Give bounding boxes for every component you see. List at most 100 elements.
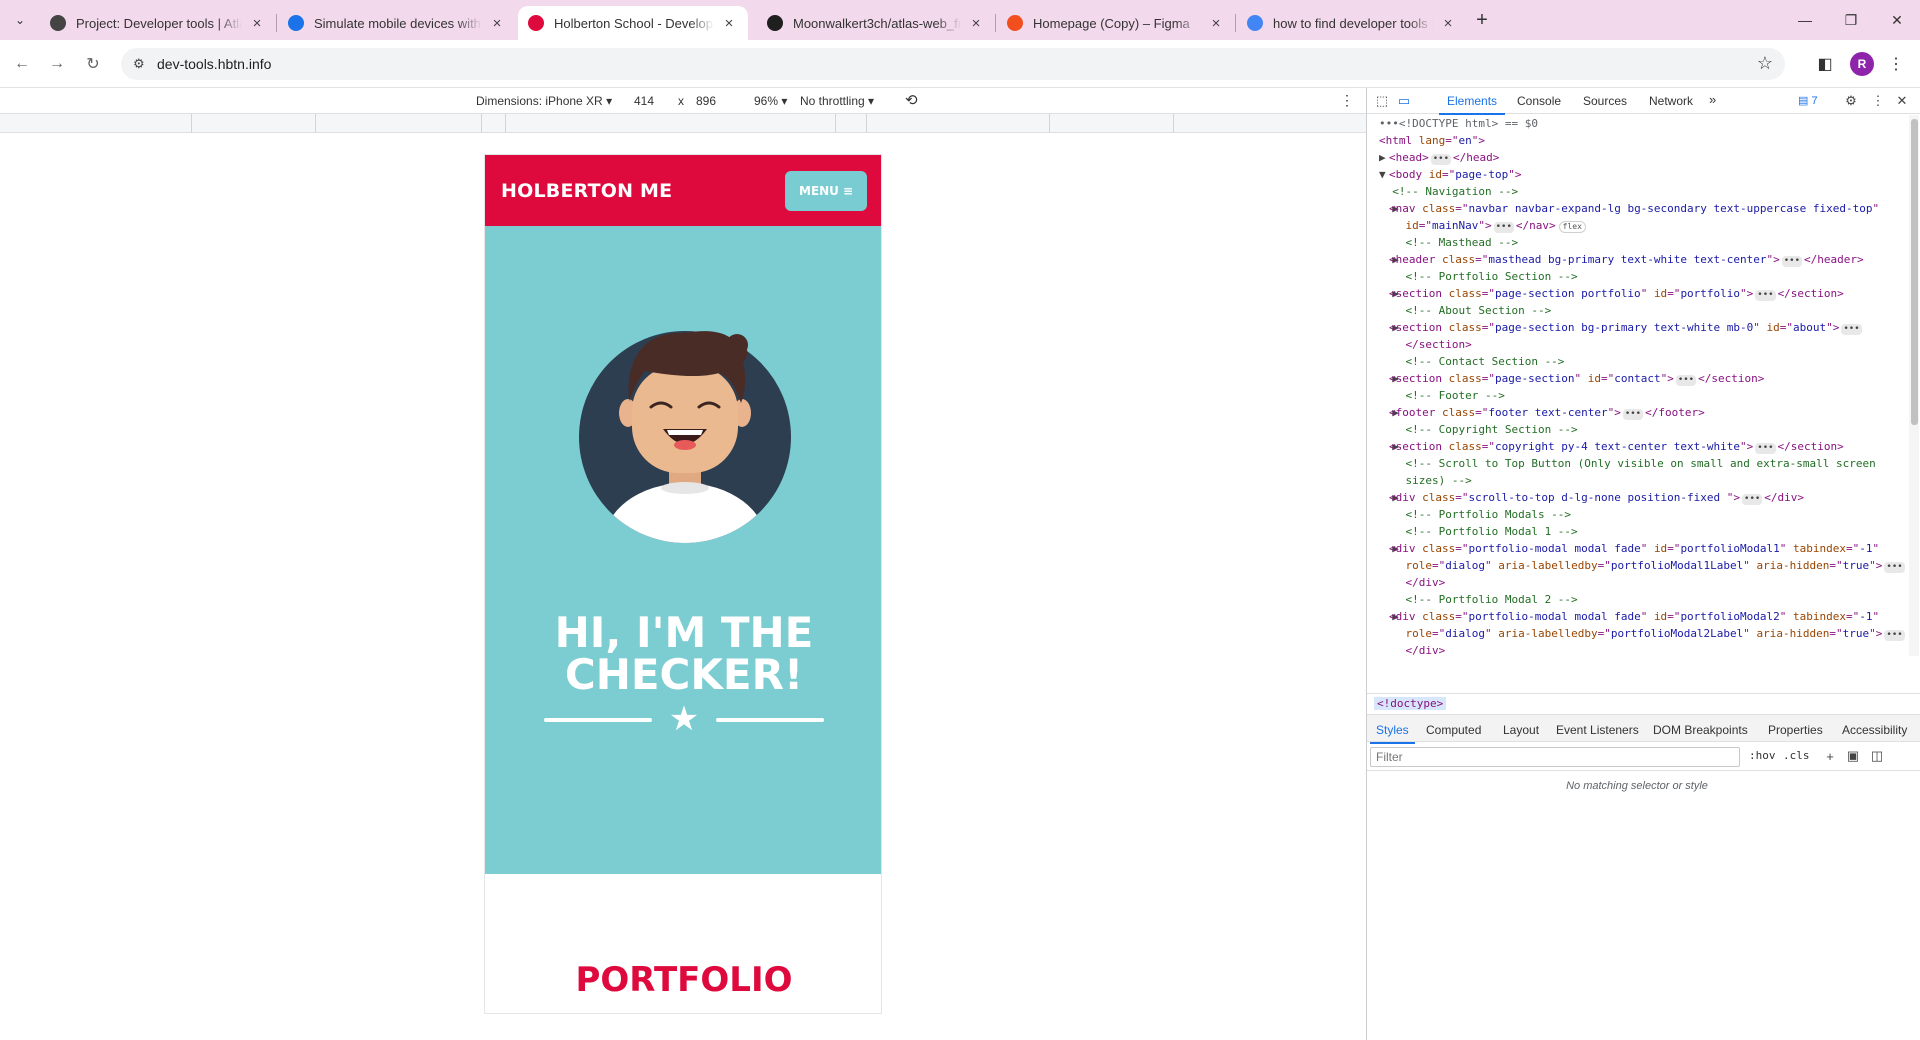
collapsed-ellipsis-button[interactable]: ••• xyxy=(1884,630,1905,641)
dom-node-line[interactable]: id="mainNav"> ••• </nav> flex xyxy=(1367,217,1907,234)
devtools-more-icon[interactable]: ⋮ xyxy=(1870,93,1886,109)
close-window-icon[interactable]: ✕ xyxy=(1882,8,1912,32)
site-brand[interactable]: HOLBERTON ME xyxy=(501,180,672,202)
reload-icon[interactable]: ↻ xyxy=(81,52,105,76)
dom-node-line[interactable]: ▶<div class="portfolio-modal modal fade"… xyxy=(1367,608,1907,625)
expand-triangle-icon[interactable]: ▶ xyxy=(1379,404,1399,421)
devtools-tab-elements[interactable]: Elements xyxy=(1438,94,1506,115)
restore-icon[interactable]: ❐ xyxy=(1836,8,1866,32)
dom-node-line[interactable]: ▶<section class="page-section bg-primary… xyxy=(1367,319,1907,336)
tab-properties[interactable]: Properties xyxy=(1768,723,1823,737)
menu-button[interactable]: MENU ≡ xyxy=(785,171,867,211)
expand-triangle-icon[interactable]: ▶ xyxy=(1379,251,1399,268)
devtools-tab-sources[interactable]: Sources xyxy=(1583,94,1627,108)
more-tabs-chevron-icon[interactable]: » xyxy=(1709,92,1716,107)
breadcrumb[interactable]: <!doctype> xyxy=(1374,697,1447,710)
tab-dom-breakpoints[interactable]: DOM Breakpoints xyxy=(1653,723,1748,737)
dom-node-line[interactable]: <!-- Portfolio Section --> xyxy=(1367,268,1907,285)
dom-node-line[interactable]: <!-- Footer --> xyxy=(1367,387,1907,404)
throttling-dropdown[interactable]: No throttling ▾ xyxy=(800,94,874,108)
collapsed-ellipsis-button[interactable]: ••• xyxy=(1622,409,1644,420)
expand-triangle-icon[interactable]: ▶ xyxy=(1379,438,1399,455)
dom-node-line[interactable]: <!-- Copyright Section --> xyxy=(1367,421,1907,438)
expand-triangle-icon[interactable]: ▶ xyxy=(1379,285,1399,302)
rendering-emulation-icon[interactable]: ▣ xyxy=(1845,748,1861,764)
dom-node-line[interactable]: sizes) --> xyxy=(1367,472,1907,489)
dom-node-line[interactable]: •••<!DOCTYPE html> == $0 xyxy=(1367,115,1907,132)
minimize-icon[interactable]: — xyxy=(1790,8,1820,32)
tab-computed[interactable]: Computed xyxy=(1426,723,1481,737)
bookmark-star-icon[interactable]: ☆ xyxy=(1757,53,1773,74)
dom-node-line[interactable]: </section> xyxy=(1367,336,1907,353)
scrollbar-thumb[interactable] xyxy=(1911,119,1918,425)
tab-close-icon[interactable]: × xyxy=(1439,14,1457,32)
collapsed-ellipsis-button[interactable]: ••• xyxy=(1884,562,1905,573)
device-toggle-icon[interactable]: ▭ xyxy=(1396,93,1412,109)
devtools-close-icon[interactable]: ✕ xyxy=(1894,93,1910,109)
collapsed-ellipsis-button[interactable]: ••• xyxy=(1841,324,1862,335)
dom-node-line[interactable]: ▶<section class="page-section" id="conta… xyxy=(1367,370,1907,387)
browser-tab[interactable]: Moonwalkert3ch/atlas-web_fro × xyxy=(757,6,995,40)
dom-node-line[interactable]: ▶<nav class="navbar navbar-expand-lg bg-… xyxy=(1367,200,1907,217)
tab-styles[interactable]: Styles xyxy=(1370,723,1415,744)
zoom-dropdown[interactable]: 96% ▾ xyxy=(754,94,787,108)
inspect-element-icon[interactable]: ⬚ xyxy=(1374,93,1390,109)
dom-node-line[interactable]: ▶<section class="page-section portfolio"… xyxy=(1367,285,1907,302)
browser-tab[interactable]: how to find developer tools in × xyxy=(1237,6,1467,40)
tab-accessibility[interactable]: Accessibility xyxy=(1842,723,1907,737)
dom-node-line[interactable]: ▼ <body id="page-top"> xyxy=(1367,166,1907,183)
collapsed-ellipsis-button[interactable]: ••• xyxy=(1781,256,1803,267)
device-width-input[interactable]: 414 xyxy=(634,94,654,108)
dom-node-line[interactable]: <!-- Portfolio Modal 2 --> xyxy=(1367,591,1907,608)
dom-node-line[interactable]: ▶ <head> ••• </head> xyxy=(1367,149,1907,166)
settings-gear-icon[interactable]: ⚙ xyxy=(1843,93,1859,109)
browser-tab[interactable]: Project: Developer tools | Atlas × xyxy=(40,6,276,40)
browser-tab[interactable]: Homepage (Copy) – Figma × xyxy=(997,6,1235,40)
site-info-icon[interactable]: ⚙ xyxy=(133,56,145,72)
dom-node-line[interactable]: role="dialog" aria-labelledby="portfolio… xyxy=(1367,625,1907,642)
dom-node-line[interactable]: <!-- Portfolio Modal 1 --> xyxy=(1367,523,1907,540)
tab-search-chevron-icon[interactable]: ⌄ xyxy=(8,8,32,32)
dom-node-line[interactable]: </div> xyxy=(1367,574,1907,591)
tab-close-icon[interactable]: × xyxy=(1207,14,1225,32)
collapsed-ellipsis-button[interactable]: ••• xyxy=(1742,494,1763,505)
browser-tab[interactable]: Holberton School - Developer t × xyxy=(518,6,748,40)
dom-node-line[interactable]: ▶<footer class="footer text-center"> ••• <… xyxy=(1367,404,1907,421)
tab-layout[interactable]: Layout xyxy=(1503,723,1539,737)
device-height-input[interactable]: 896 xyxy=(696,94,716,108)
tab-close-icon[interactable]: × xyxy=(488,14,506,32)
hover-state-toggle[interactable]: :hov xyxy=(1749,749,1776,762)
profile-avatar[interactable]: R xyxy=(1850,52,1874,76)
collapsed-ellipsis-button[interactable]: ••• xyxy=(1755,443,1776,454)
browser-tab[interactable]: Simulate mobile devices with D × xyxy=(278,6,516,40)
dom-node-line[interactable]: <!-- Masthead --> xyxy=(1367,234,1907,251)
class-toggle[interactable]: .cls xyxy=(1783,749,1810,762)
expand-triangle-icon[interactable]: ▶ xyxy=(1379,319,1399,336)
collapsed-ellipsis-button[interactable]: ••• xyxy=(1675,375,1697,386)
dom-node-line[interactable]: </div> xyxy=(1367,642,1907,656)
new-style-rule-icon[interactable]: + xyxy=(1822,748,1838,764)
chrome-menu-icon[interactable]: ⋮ xyxy=(1884,52,1908,76)
dom-node-line[interactable]: <!-- Contact Section --> xyxy=(1367,353,1907,370)
dom-node-line[interactable]: <html lang="en"> xyxy=(1367,132,1907,149)
expand-triangle-icon[interactable]: ▶ xyxy=(1379,370,1399,387)
expand-triangle-icon[interactable]: ▶ xyxy=(1379,489,1399,506)
issues-counter[interactable]: ▤ 7 xyxy=(1798,94,1818,107)
dom-node-line[interactable]: ▶<header class="masthead bg-primary text… xyxy=(1367,251,1907,268)
flex-badge[interactable]: flex xyxy=(1558,221,1586,233)
tab-close-icon[interactable]: × xyxy=(720,14,738,32)
dom-tree-scrollbar[interactable] xyxy=(1909,115,1919,656)
rotate-icon[interactable]: ⟲ xyxy=(905,91,918,109)
toggle-sidebar-icon[interactable]: ◫ xyxy=(1869,748,1885,764)
back-arrow-icon[interactable]: ← xyxy=(10,52,34,76)
collapsed-ellipsis-button[interactable]: ••• xyxy=(1755,290,1776,301)
expand-triangle-icon[interactable]: ▶ xyxy=(1379,149,1389,166)
dom-node-line[interactable]: <!-- Portfolio Modals --> xyxy=(1367,506,1907,523)
device-toolbar-more-icon[interactable]: ⋮ xyxy=(1340,92,1354,109)
url-text[interactable]: dev-tools.hbtn.info xyxy=(157,56,271,72)
tab-close-icon[interactable]: × xyxy=(967,14,985,32)
device-dimensions-dropdown[interactable]: Dimensions: iPhone XR ▾ xyxy=(476,94,612,108)
devtools-tab-network[interactable]: Network xyxy=(1649,94,1693,108)
expand-triangle-icon[interactable]: ▼ xyxy=(1379,166,1389,183)
dom-node-line[interactable]: <!-- Scroll to Top Button (Only visible … xyxy=(1367,455,1907,472)
